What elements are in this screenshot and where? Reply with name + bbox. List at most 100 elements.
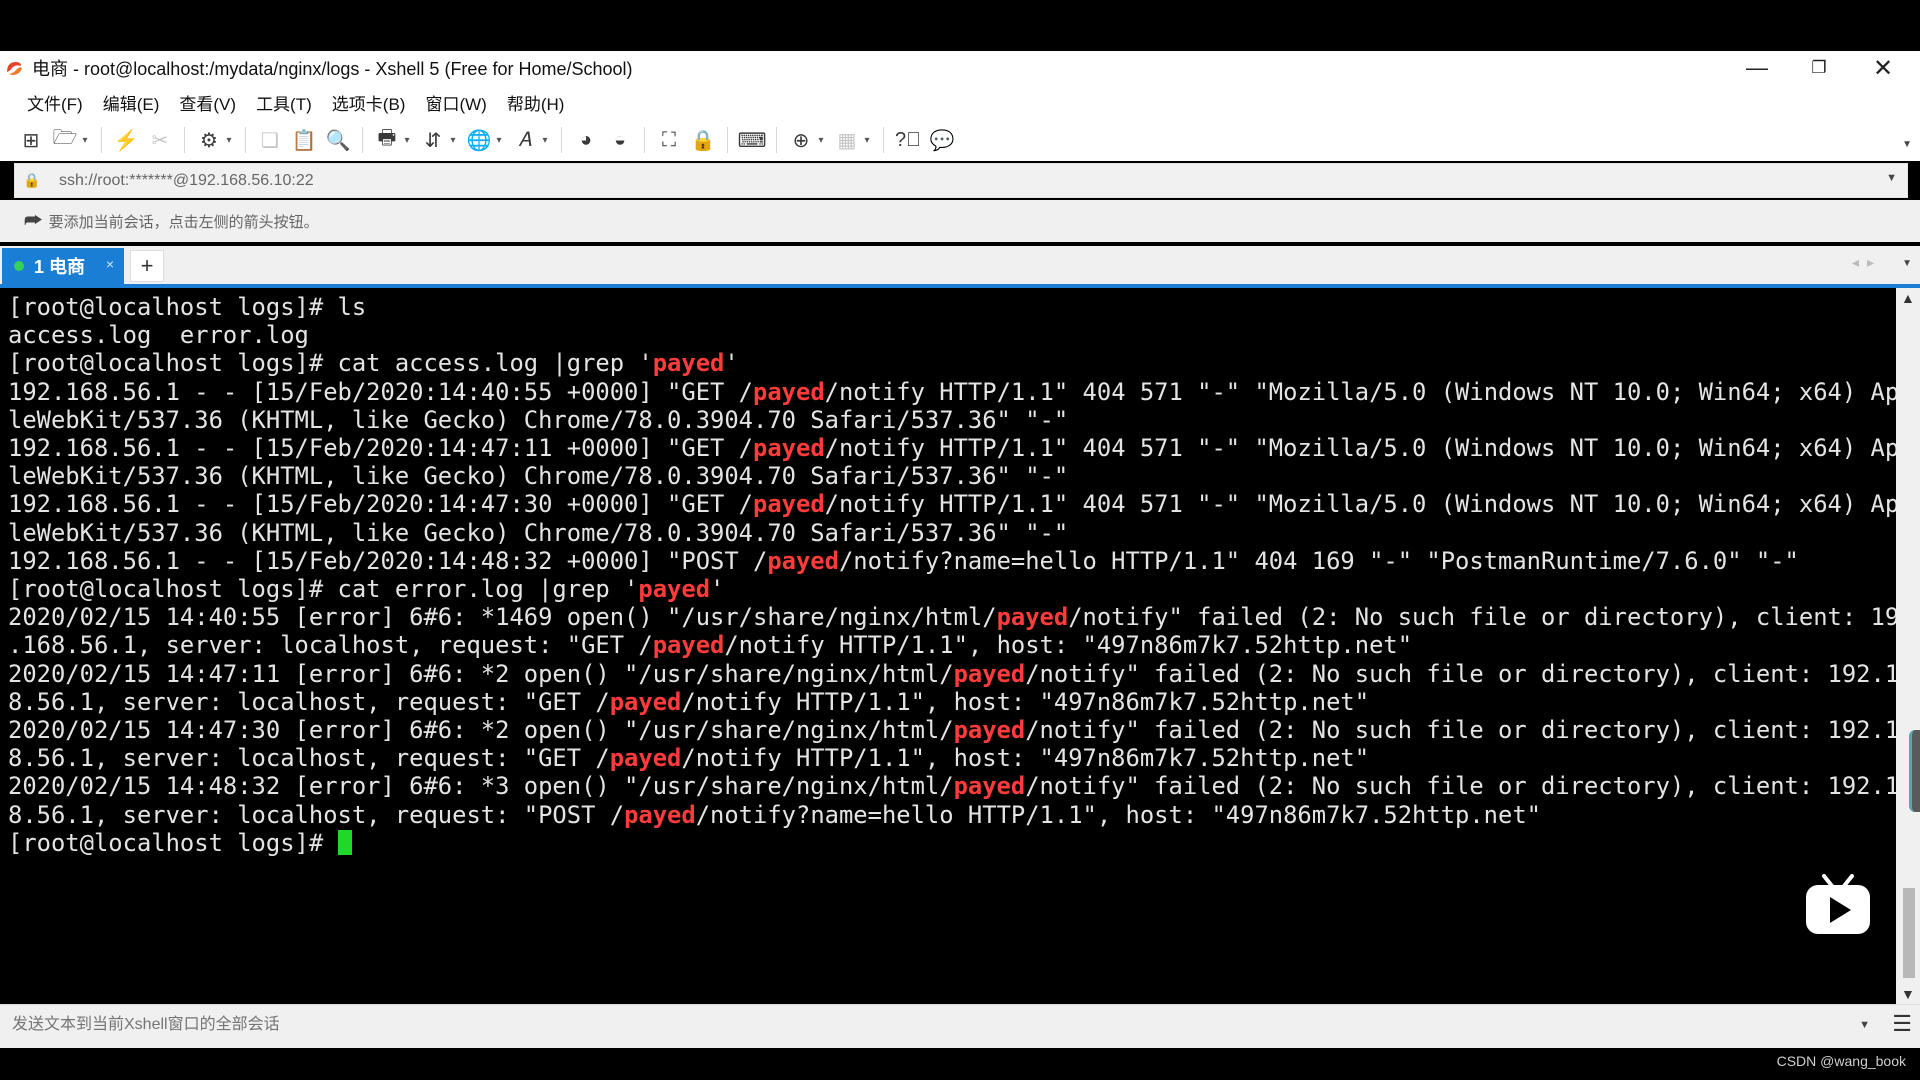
print-dropdown-icon[interactable]: ▾ [402, 125, 412, 155]
properties-dropdown-icon[interactable]: ▾ [224, 125, 234, 155]
terminal-line: 2020/02/15 14:48:32 [error] 6#6: *3 open… [8, 772, 1914, 801]
transfer-icon[interactable]: ⇵ [418, 125, 448, 155]
terminal-line: [root@localhost logs]# cat access.log |g… [8, 349, 739, 378]
xmanager-icon[interactable]: ◒ [605, 125, 635, 155]
layout-dropdown-icon[interactable]: ▾ [862, 125, 872, 155]
scroll-up-icon[interactable]: ▲ [1901, 290, 1915, 306]
hamburger-menu-icon[interactable]: ☰ [1892, 1011, 1912, 1037]
compose-input[interactable] [10, 1015, 1854, 1035]
terminal-line: [root@localhost logs]# ls [8, 293, 367, 321]
layout-icon[interactable]: ▦ [832, 125, 862, 155]
highlight-match: payed [624, 800, 696, 829]
xftp-icon[interactable]: ◕ [571, 125, 601, 155]
chat-icon[interactable]: 💬 [927, 125, 957, 155]
scroll-down-icon[interactable]: ▼ [1901, 986, 1915, 1002]
highlight-match: payed [953, 716, 1026, 745]
open-dropdown-icon[interactable]: ▾ [80, 125, 90, 155]
watermark: CSDN @wang_book [1776, 1053, 1906, 1069]
toolbar-divider [101, 127, 102, 153]
menu-help[interactable]: 帮助(H) [497, 90, 575, 115]
fullscreen-icon[interactable]: ⛶ [654, 125, 684, 155]
menu-tabs[interactable]: 选项卡(B) [322, 90, 416, 115]
menu-bar: 文件(F) 编辑(E) 查看(V) 工具(T) 选项卡(B) 窗口(W) 帮助(… [0, 85, 1920, 119]
session-hint-text: 要添加当前会话，点击左侧的箭头按钮。 [48, 213, 319, 231]
minimize-button[interactable]: — [1726, 51, 1788, 85]
terminal-scrollbar[interactable]: ▲ ▼ [1896, 288, 1920, 1004]
new-tab-icon[interactable]: ⊕ [786, 125, 816, 155]
terminal[interactable]: [root@localhost logs]# ls access.log err… [0, 288, 1914, 1004]
font-icon[interactable]: 𝐴 [510, 125, 540, 155]
copy-icon[interactable]: ❏ [255, 125, 285, 155]
highlight-match: payed [953, 659, 1026, 688]
overlay-side-handle[interactable] [1909, 730, 1920, 812]
terminal-line: .168.56.1, server: localhost, request: "… [8, 631, 1413, 660]
tab-scroll-arrows-icon[interactable]: ◂▸ [1852, 254, 1882, 271]
reconnect-icon[interactable]: ⚡ [111, 125, 141, 155]
terminal-line: [root@localhost logs]# [8, 828, 338, 857]
connected-status-icon [14, 261, 24, 271]
menu-window[interactable]: 窗口(W) [415, 90, 496, 115]
tab-label: 1 电商 [34, 257, 86, 277]
globe-icon[interactable]: 🌐 [464, 125, 494, 155]
print-icon[interactable]: 🖶 [372, 125, 402, 155]
add-tab-button[interactable]: + [130, 250, 164, 282]
terminal-line: 2020/02/15 14:47:11 [error] 6#6: *2 open… [8, 659, 1914, 688]
toolbar-divider [362, 127, 363, 153]
new-session-icon[interactable]: ⊞ [16, 125, 46, 155]
new-tab-dropdown-icon[interactable]: ▾ [816, 125, 826, 155]
tab-close-icon[interactable]: × [106, 256, 114, 272]
menu-file[interactable]: 文件(F) [17, 90, 93, 115]
open-folder-icon[interactable]: 🗁 [50, 125, 80, 155]
terminal-line: access.log error.log [8, 321, 309, 350]
terminal-line: [root@localhost logs]# cat error.log |gr… [8, 575, 725, 604]
terminal-line: 8.56.1, server: localhost, request: "GET… [8, 744, 1370, 773]
menu-view[interactable]: 查看(V) [169, 90, 246, 115]
terminal-line: leWebKit/537.36 (KHTML, like Gecko) Chro… [8, 462, 1069, 491]
transfer-dropdown-icon[interactable]: ▾ [448, 125, 458, 155]
tab-list-dropdown-icon[interactable]: ▼ [1902, 258, 1912, 269]
highlight-match: payed [609, 687, 682, 716]
highlight-match: payed [767, 546, 839, 575]
terminal-cursor [337, 829, 352, 855]
help-icon[interactable]: ?⃝ [893, 125, 923, 155]
menu-edit[interactable]: 编辑(E) [93, 90, 170, 115]
find-icon[interactable]: 🔍 [323, 125, 353, 155]
address-input[interactable] [57, 170, 1661, 191]
toolbar-divider [883, 127, 884, 153]
highlight-match: payed [996, 603, 1069, 632]
padlock-icon: 🔒 [23, 172, 41, 188]
highlight-match: payed [638, 575, 711, 604]
add-session-arrow-icon[interactable]: ⮫ [24, 210, 43, 233]
keyboard-icon[interactable]: ⌨ [737, 125, 767, 155]
font-dropdown-icon[interactable]: ▾ [540, 125, 550, 155]
toolbar-overflow-icon[interactable]: ▼ [1902, 139, 1912, 150]
xshell-logo-icon [7, 62, 22, 75]
toolbar-divider [644, 127, 645, 153]
toolbar-divider [727, 127, 728, 153]
address-dropdown-icon[interactable]: ▼ [1886, 172, 1897, 184]
highlight-match: payed [652, 631, 725, 660]
terminal-line: 192.168.56.1 - - [15/Feb/2020:14:40:55 +… [8, 377, 1914, 406]
highlight-match: payed [753, 377, 825, 406]
terminal-line: 8.56.1, server: localhost, request: "GET… [8, 687, 1370, 716]
session-hint-bar: ⮫ 要添加当前会话，点击左侧的箭头按钮。 [0, 200, 1920, 242]
terminal-line: 192.168.56.1 - - [15/Feb/2020:14:48:32 +… [8, 546, 1799, 575]
globe-dropdown-icon[interactable]: ▾ [494, 125, 504, 155]
disconnect-icon[interactable]: ✂ [145, 125, 175, 155]
toolbar-divider [561, 127, 562, 153]
tab-session[interactable]: 1 电商 × [2, 248, 124, 284]
paste-icon[interactable]: 📋 [289, 125, 319, 155]
scroll-thumb[interactable] [1903, 888, 1915, 978]
session-properties-icon[interactable]: ⚙ [194, 125, 224, 155]
top-letterbox [0, 0, 1920, 51]
terminal-line: 192.168.56.1 - - [15/Feb/2020:14:47:11 +… [8, 434, 1914, 463]
terminal-line: 192.168.56.1 - - [15/Feb/2020:14:47:30 +… [8, 490, 1914, 519]
terminal-line: leWebKit/537.36 (KHTML, like Gecko) Chro… [8, 405, 1069, 434]
compose-dropdown-icon[interactable]: ▼ [1859, 1019, 1870, 1031]
restore-button[interactable]: ❐ [1788, 51, 1850, 85]
close-button[interactable]: ✕ [1852, 51, 1914, 85]
lock-icon[interactable]: 🔒 [688, 125, 718, 155]
menu-tools[interactable]: 工具(T) [246, 90, 322, 115]
video-play-icon[interactable] [1804, 874, 1872, 936]
terminal-line: 8.56.1, server: localhost, request: "POS… [8, 800, 1541, 829]
